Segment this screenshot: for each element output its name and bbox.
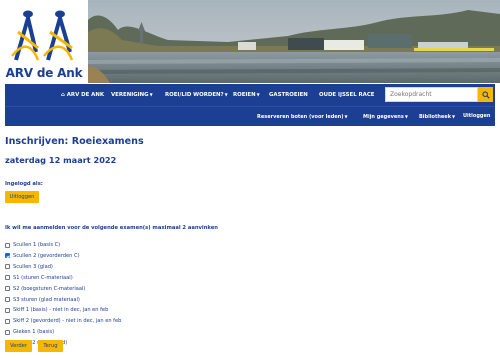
header-photo	[88, 0, 500, 83]
nav-item-label: ARV DE ANK	[66, 92, 105, 98]
exam-option-checkbox[interactable]	[5, 242, 10, 248]
exam-option-label: Scullen 3 (glad)	[13, 263, 53, 270]
exam-option[interactable]: Gieken 1 (basis)	[5, 328, 54, 336]
caret-down-icon: ▼	[224, 92, 228, 97]
site-header: ARV de Ank	[0, 0, 500, 83]
logout-button[interactable]: Uitloggen	[5, 191, 39, 203]
exam-option-checkbox[interactable]	[5, 264, 10, 270]
back-button[interactable]: Terug	[38, 340, 63, 352]
nav-item-roei-lid-worden[interactable]: ROEI/LID WORDEN?▼	[165, 84, 228, 106]
exam-option[interactable]: Scullen 3 (glad)	[5, 263, 53, 271]
exam-option-label: S3 sturen (glad materiaal)	[13, 296, 80, 303]
main-nav: ⌂ ARV DE ANK VERENIGING▼ ROEI/LID WORDEN…	[5, 84, 495, 106]
nav-item-label: VERENIGING	[111, 92, 149, 98]
nav-item-vereniging[interactable]: VERENIGING▼	[111, 84, 153, 106]
exam-option[interactable]: S2 (boegsturen C-materiaal)	[5, 285, 85, 293]
exam-option[interactable]: S1 (sturen C-materiaal)	[5, 274, 73, 282]
nav-item-reserveren-boten[interactable]: Reserveren boten (voor leden)▼	[257, 107, 348, 127]
exam-option-label: Skiff 1 (basis) - niet in dec, jan en fe…	[13, 307, 109, 314]
search-icon	[481, 90, 490, 99]
home-icon: ⌂	[61, 92, 65, 98]
page-title: Inschrijven: Roeiexamens	[5, 136, 144, 147]
exam-option-checkbox[interactable]	[5, 286, 10, 292]
site-logo[interactable]: ARV de Ank	[0, 0, 88, 83]
caret-down-icon: ▼	[344, 114, 348, 119]
nav-item-label: GASTROEIEN	[269, 92, 308, 98]
caret-down-icon: ▼	[256, 92, 260, 97]
exam-option-checkbox[interactable]	[5, 318, 10, 324]
exam-option[interactable]: Scullen 1 (basis C)	[5, 241, 60, 249]
caret-down-icon: ▼	[452, 114, 456, 119]
exam-option[interactable]: Skiff 2 (gevorderd) - niet in dec, jan e…	[5, 317, 121, 325]
member-nav: Reserveren boten (voor leden)▼ Mijn gege…	[5, 106, 495, 126]
exam-option[interactable]: Skiff 1 (basis) - niet in dec, jan en fe…	[5, 306, 108, 314]
exam-option-label: Scullen 1 (basis C)	[13, 242, 61, 248]
nav-item-roeien[interactable]: ROEIEN▼	[233, 84, 260, 106]
exam-option-label: S2 (boegsturen C-materiaal)	[13, 285, 86, 292]
nav-item-label: Reserveren boten (voor leden)	[257, 114, 344, 120]
nav-item-label: ROEI/LID WORDEN?	[165, 92, 224, 98]
exam-option-checkbox[interactable]	[5, 307, 10, 313]
nav-item-label: ROEIEN	[233, 92, 256, 98]
next-button[interactable]: Verder	[5, 340, 32, 352]
nav-item-mijn-gegevens[interactable]: Mijn gegevens▼	[363, 107, 408, 127]
nav-item-bibliotheek[interactable]: Bibliotheek▼	[419, 107, 455, 127]
exam-option-checkbox[interactable]	[5, 329, 10, 335]
nav-item-gastroeien[interactable]: GASTROEIEN	[269, 84, 308, 106]
logo-text: ARV de Ank	[5, 66, 83, 80]
exam-option[interactable]: S3 sturen (glad materiaal)	[5, 296, 80, 304]
exam-option-label: Skiff 2 (gevorderd) - niet in dec, jan e…	[13, 318, 122, 325]
exam-option-label: S1 (sturen C-materiaal)	[13, 274, 73, 281]
exam-option[interactable]: Scullen 2 (gevorderden C)	[5, 252, 80, 260]
exam-option-label: Gieken 1 (basis)	[13, 329, 55, 336]
exam-option-checkbox[interactable]	[5, 275, 10, 281]
nav-item-label: Uitloggen	[463, 113, 491, 119]
caret-down-icon: ▼	[404, 114, 408, 119]
exam-option-label: Scullen 2 (gevorderden C)	[13, 252, 80, 259]
search-button[interactable]	[478, 87, 493, 102]
logged-in-label: Ingelogd als:	[5, 181, 43, 187]
nav-item-home[interactable]: ⌂ ARV DE ANK	[61, 84, 104, 106]
nav-item-oude-ijssel-race[interactable]: OUDE IJSSEL RACE	[319, 84, 374, 106]
logo-rowers-icon	[11, 10, 74, 61]
search-input[interactable]	[385, 87, 478, 102]
nav-item-label: Mijn gegevens	[363, 114, 404, 120]
nav-item-uitloggen[interactable]: Uitloggen	[463, 107, 490, 127]
instruction-text: Ik wil me aanmelden voor de volgende exa…	[5, 225, 218, 231]
nav-item-label: OUDE IJSSEL RACE	[319, 92, 375, 98]
exam-option-checkbox[interactable]	[5, 297, 10, 302]
exam-option-checkbox[interactable]	[5, 253, 10, 259]
event-date: zaterdag 12 maart 2022	[5, 155, 117, 165]
nav-item-label: Bibliotheek	[419, 114, 452, 120]
caret-down-icon: ▼	[149, 92, 153, 97]
